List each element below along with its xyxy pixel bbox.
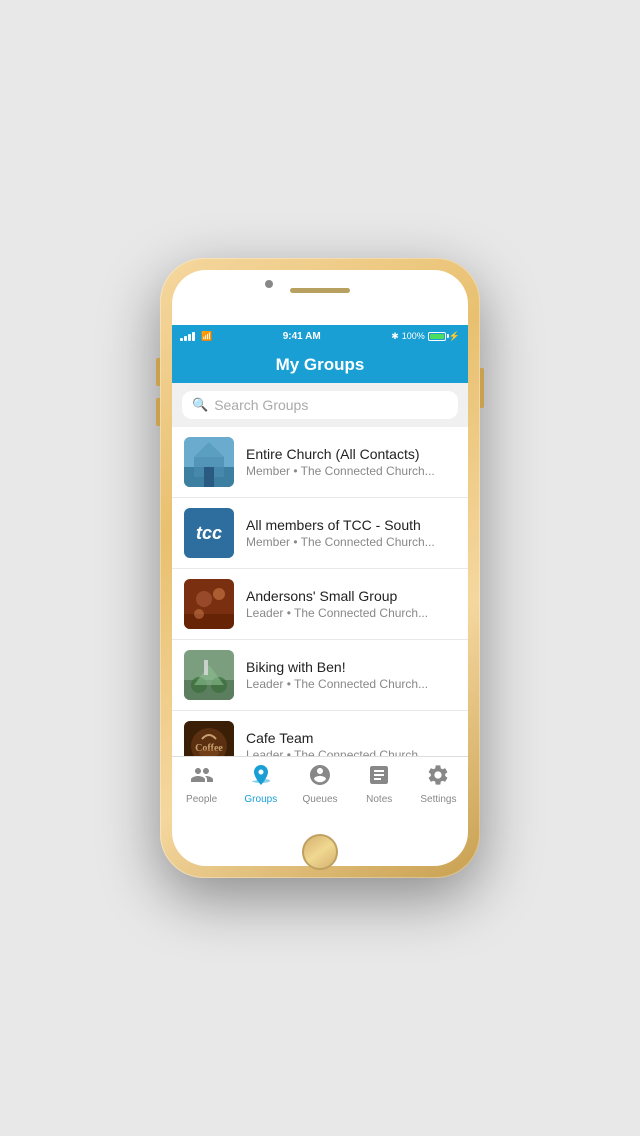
tcc-logo-text: tcc bbox=[196, 523, 222, 544]
navigation-bar: My Groups bbox=[172, 347, 468, 383]
lightning-icon: ⚡ bbox=[449, 331, 460, 342]
battery-percent: 100% bbox=[402, 331, 425, 341]
list-item[interactable]: Biking with Ben! Leader • The Connected C… bbox=[172, 640, 468, 711]
search-input[interactable]: Search Groups bbox=[214, 397, 308, 413]
group-avatar: Coffee bbox=[184, 721, 234, 756]
group-meta: Member • The Connected Church... bbox=[246, 464, 456, 478]
search-icon: 🔍 bbox=[192, 397, 208, 413]
group-name: All members of TCC - South bbox=[246, 517, 456, 533]
page-title: My Groups bbox=[276, 355, 365, 374]
groups-icon bbox=[249, 763, 273, 792]
group-name: Cafe Team bbox=[246, 730, 456, 746]
group-name: Entire Church (All Contacts) bbox=[246, 446, 456, 462]
group-name: Biking with Ben! bbox=[246, 659, 456, 675]
list-item[interactable]: Entire Church (All Contacts) Member • The… bbox=[172, 427, 468, 498]
home-button[interactable] bbox=[302, 834, 338, 870]
search-bar-container: 🔍 Search Groups bbox=[172, 383, 468, 427]
status-left: 📶 bbox=[180, 331, 212, 342]
app-screen: 📶 9:41 AM ✱ 100% ⚡ My Groups bbox=[172, 325, 468, 811]
list-item[interactable]: Andersons' Small Group Leader • The Conne… bbox=[172, 569, 468, 640]
group-meta: Member • The Connected Church... bbox=[246, 535, 456, 549]
tab-settings[interactable]: Settings bbox=[409, 757, 468, 811]
group-info: Biking with Ben! Leader • The Connected C… bbox=[246, 659, 456, 691]
group-info: All members of TCC - South Member • The C… bbox=[246, 517, 456, 549]
power-button[interactable] bbox=[480, 368, 484, 408]
tab-label-settings: Settings bbox=[420, 794, 456, 805]
group-avatar bbox=[184, 437, 234, 487]
battery-fill bbox=[430, 334, 444, 339]
group-info: Entire Church (All Contacts) Member • The… bbox=[246, 446, 456, 478]
people-icon bbox=[190, 763, 214, 792]
group-list: Entire Church (All Contacts) Member • The… bbox=[172, 427, 468, 756]
volume-down-button[interactable] bbox=[156, 398, 160, 426]
list-item[interactable]: Coffee Cafe Team Leader • The Connected C… bbox=[172, 711, 468, 756]
group-avatar bbox=[184, 579, 234, 629]
tab-label-groups: Groups bbox=[244, 794, 277, 805]
search-input-wrap[interactable]: 🔍 Search Groups bbox=[182, 391, 458, 419]
bluetooth-icon: ✱ bbox=[391, 331, 399, 342]
tab-label-people: People bbox=[186, 794, 217, 805]
tab-label-queues: Queues bbox=[302, 794, 337, 805]
group-avatar bbox=[184, 650, 234, 700]
queues-icon bbox=[308, 763, 332, 792]
notes-icon bbox=[367, 763, 391, 792]
tab-notes[interactable]: Notes bbox=[350, 757, 409, 811]
group-meta: Leader • The Connected Church... bbox=[246, 606, 456, 620]
speaker bbox=[290, 288, 350, 293]
group-meta: Leader • The Connected Church... bbox=[246, 677, 456, 691]
camera bbox=[265, 280, 273, 288]
group-meta: Leader • The Connected Church... bbox=[246, 748, 456, 756]
tab-bar: People Groups Queues Notes Settings bbox=[172, 756, 468, 811]
tab-people[interactable]: People bbox=[172, 757, 231, 811]
tab-groups[interactable]: Groups bbox=[231, 757, 290, 811]
signal-icon bbox=[180, 331, 195, 341]
group-name: Andersons' Small Group bbox=[246, 588, 456, 604]
group-info: Andersons' Small Group Leader • The Conne… bbox=[246, 588, 456, 620]
tab-label-notes: Notes bbox=[366, 794, 392, 805]
phone-screen: 📶 9:41 AM ✱ 100% ⚡ My Groups bbox=[172, 270, 468, 866]
status-time: 9:41 AM bbox=[283, 331, 321, 342]
group-avatar: tcc bbox=[184, 508, 234, 558]
group-info: Cafe Team Leader • The Connected Church..… bbox=[246, 730, 456, 756]
volume-up-button[interactable] bbox=[156, 358, 160, 386]
wifi-icon: 📶 bbox=[201, 331, 212, 342]
battery-icon bbox=[428, 332, 446, 341]
list-item[interactable]: tcc All members of TCC - South Member • Th… bbox=[172, 498, 468, 569]
tab-queues[interactable]: Queues bbox=[290, 757, 349, 811]
status-bar: 📶 9:41 AM ✱ 100% ⚡ bbox=[172, 325, 468, 347]
status-right: ✱ 100% ⚡ bbox=[391, 331, 460, 342]
settings-icon bbox=[426, 763, 450, 792]
phone-frame: 📶 9:41 AM ✱ 100% ⚡ My Groups bbox=[160, 258, 480, 878]
